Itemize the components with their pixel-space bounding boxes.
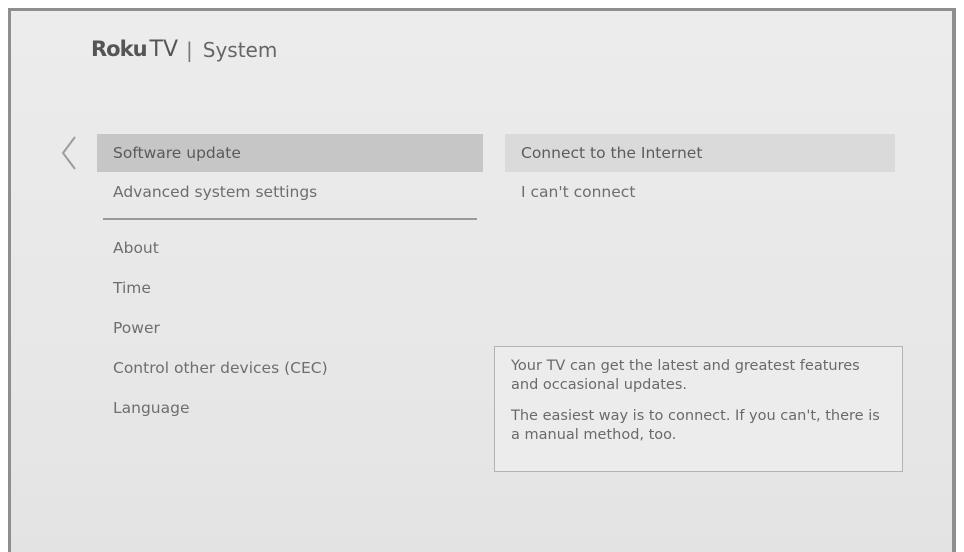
info-paragraph-2: The easiest way is to connect. If you ca… (511, 408, 880, 443)
menu-item-about[interactable]: About (97, 228, 483, 268)
tv-screen: Roku TV | System Software update Advanced… (8, 8, 956, 552)
system-menu: Software update Advanced system settings… (97, 134, 483, 428)
software-update-options: Connect to the Internet I can't connect (505, 134, 895, 212)
menu-item-time[interactable]: Time (97, 268, 483, 308)
page-title: System (202, 37, 278, 62)
header: Roku TV | System (91, 37, 277, 62)
menu-item-cec[interactable]: Control other devices (CEC) (97, 348, 483, 388)
menu-divider (103, 218, 477, 220)
chevron-left-icon[interactable] (59, 135, 79, 171)
info-paragraph-1: Your TV can get the latest and greatest … (511, 358, 860, 393)
info-panel: Your TV can get the latest and greatest … (494, 346, 903, 472)
roku-tv-logo: Roku TV (91, 37, 179, 62)
menu-item-advanced-system-settings[interactable]: Advanced system settings (97, 172, 483, 212)
menu-item-power[interactable]: Power (97, 308, 483, 348)
menu-item-software-update[interactable]: Software update (97, 134, 483, 172)
header-separator: | (186, 37, 193, 62)
menu-item-language[interactable]: Language (97, 388, 483, 428)
option-connect-to-internet[interactable]: Connect to the Internet (505, 134, 895, 172)
option-cant-connect[interactable]: I can't connect (505, 172, 895, 212)
